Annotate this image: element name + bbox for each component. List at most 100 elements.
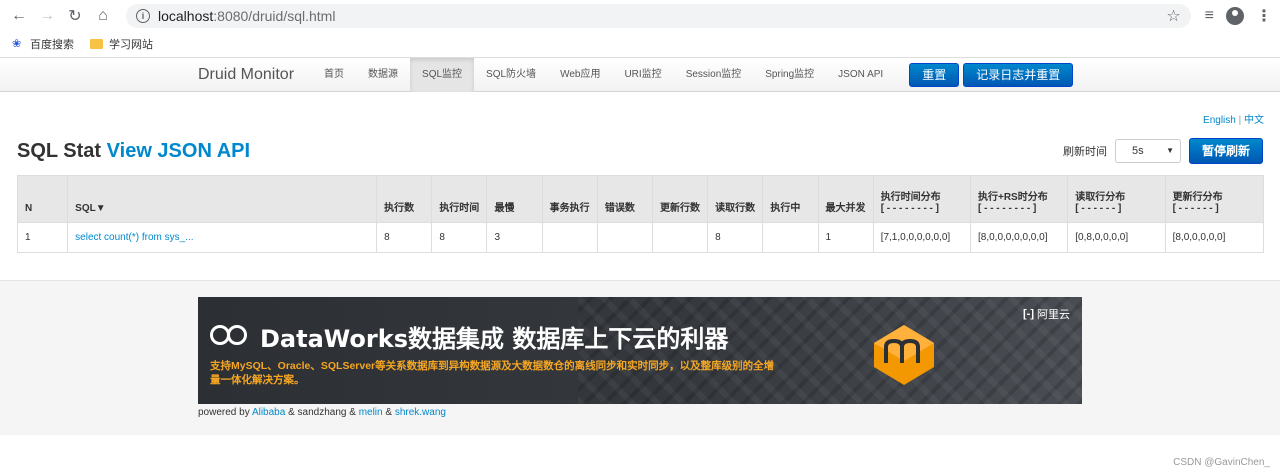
shrek-link[interactable]: shrek.wang [395, 407, 446, 418]
dist-dash: [ - - - - - - ] [1172, 203, 1219, 214]
nav-sql-monitor[interactable]: SQL监控 [410, 57, 475, 92]
cell-update-rows-dist: [8,0,0,0,0,0] [1164, 222, 1265, 253]
chevron-down-icon: ▼ [1166, 146, 1174, 155]
powered-prefix: powered by [198, 407, 252, 418]
bookmarks-bar: ❀ 百度搜索 学习网站 [0, 32, 1280, 56]
cell-read-rows-dist: [0,8,0,0,0,0] [1067, 222, 1166, 253]
footer: DataWorks数据集成 数据库上下云的利器 支持MySQL、Oracle、S… [0, 280, 1280, 435]
col-read-rows-dist[interactable]: 读取行分布 [ - - - - - - ] [1067, 175, 1166, 223]
col-sql[interactable]: SQL▼ [67, 175, 378, 223]
page-title: SQL Stat View JSON API [17, 140, 250, 163]
dist-label: 执行时间分布 [880, 192, 941, 203]
reset-button[interactable]: 重置 [909, 62, 960, 87]
bookmark-study[interactable]: 学习网站 [90, 36, 153, 52]
pause-refresh-button[interactable]: 暂停刷新 [1188, 138, 1263, 164]
lang-english-link[interactable]: English [1203, 115, 1236, 126]
watermark: CSDN @GavinChen_ [1173, 457, 1270, 468]
table-row: 1 select count(*) from sys_... 8 8 3 8 1… [16, 222, 1265, 253]
cell-n: 1 [16, 222, 69, 253]
title-row: SQL Stat View JSON API 刷新时间 5s ▼ 暂停刷新 [17, 137, 1263, 165]
powered-sep: & [382, 407, 395, 418]
col-exec-rs-dist[interactable]: 执行+RS时分布 [ - - - - - - - - ] [969, 175, 1069, 223]
aliyun-logo: [-] 阿里云 [1023, 306, 1070, 322]
banner-subtitle: 支持MySQL、Oracle、SQLServer等关系数据库到异构数据源及大数据… [210, 360, 775, 386]
bookmark-label: 百度搜索 [30, 39, 74, 51]
col-update-rows[interactable]: 更新行数 [651, 175, 709, 223]
nav-session-monitor[interactable]: Session监控 [674, 58, 754, 92]
sql-stat-table: N SQL▼ 执行数 执行时间 最慢 事务执行 错误数 更新行数 读取行数 执行… [16, 175, 1265, 253]
info-icon[interactable]: i [136, 9, 150, 23]
cell-exec-time: 8 [431, 222, 488, 253]
nav-datasource[interactable]: 数据源 [356, 58, 410, 92]
col-max-concurrent[interactable]: 最大并发 [817, 175, 874, 223]
cell-errors [596, 222, 654, 253]
bookmark-label: 学习网站 [109, 39, 153, 51]
media-control-icon[interactable]: ≡ [1205, 7, 1214, 25]
home-icon[interactable]: ⌂ [92, 5, 114, 27]
bookmark-baidu[interactable]: ❀ 百度搜索 [12, 36, 74, 52]
lang-chinese-link[interactable]: 中文 [1244, 115, 1264, 126]
dist-dash: [ - - - - - - ] [1075, 203, 1122, 214]
folder-icon [90, 39, 103, 49]
banner-title: DataWorks数据集成 数据库上下云的利器 [260, 325, 729, 353]
forward-icon[interactable]: → [36, 5, 58, 27]
cell-read-rows: 8 [707, 222, 764, 253]
table-header-row: N SQL▼ 执行数 执行时间 最慢 事务执行 错误数 更新行数 读取行数 执行… [16, 175, 1265, 223]
nav-json-api[interactable]: JSON API [826, 58, 895, 92]
cell-running [762, 222, 819, 253]
col-running[interactable]: 执行中 [762, 175, 819, 223]
url-host: localhost [158, 8, 214, 24]
col-slowest[interactable]: 最慢 [486, 175, 543, 223]
col-tx-exec[interactable]: 事务执行 [541, 175, 598, 223]
language-switch: English | 中文 [1203, 111, 1264, 126]
reload-icon[interactable]: ↻ [64, 5, 86, 27]
nav-uri-monitor[interactable]: URI监控 [612, 58, 673, 92]
browser-toolbar: ← → ↻ ⌂ i localhost:8080/druid/sql.html … [0, 0, 1280, 32]
aliyun-bracket-icon: [-] [1023, 308, 1034, 320]
browser-chrome: ← → ↻ ⌂ i localhost:8080/druid/sql.html … [0, 0, 1280, 58]
log-and-reset-button[interactable]: 记录日志并重置 [963, 62, 1074, 87]
dist-label: 执行+RS时分布 [977, 192, 1048, 203]
col-errors[interactable]: 错误数 [596, 175, 654, 223]
dataworks-ad-banner[interactable]: DataWorks数据集成 数据库上下云的利器 支持MySQL、Oracle、S… [198, 297, 1082, 404]
col-exec-time-dist[interactable]: 执行时间分布 [ - - - - - - - - ] [872, 175, 971, 223]
brand-logo[interactable]: Druid Monitor [198, 66, 294, 84]
col-exec-count[interactable]: 执行数 [376, 175, 433, 223]
col-exec-time[interactable]: 执行时间 [431, 175, 488, 223]
col-update-rows-dist[interactable]: 更新行分布 [ - - - - - - ] [1164, 175, 1265, 223]
cell-slowest: 3 [486, 222, 543, 253]
nav-home[interactable]: 首页 [312, 58, 356, 92]
profile-avatar-icon[interactable] [1226, 7, 1244, 25]
col-read-rows[interactable]: 读取行数 [707, 175, 764, 223]
dist-label: 读取行分布 [1075, 192, 1126, 203]
refresh-interval-select[interactable]: 5s ▼ [1114, 139, 1181, 163]
nav-spring-monitor[interactable]: Spring监控 [753, 58, 826, 92]
nav-sql-firewall[interactable]: SQL防火墙 [474, 58, 548, 92]
cell-exec-count: 8 [376, 222, 433, 253]
dataworks-logo-icon [210, 325, 247, 345]
alibaba-link[interactable]: Alibaba [252, 407, 285, 418]
bookmark-star-icon[interactable]: ☆ [1166, 6, 1180, 26]
refresh-controls: 刷新时间 5s ▼ 暂停刷新 [1063, 138, 1263, 164]
dist-dash: [ - - - - - - - - ] [977, 203, 1037, 214]
back-icon[interactable]: ← [8, 5, 30, 27]
melin-link[interactable]: melin [359, 407, 383, 418]
nav-web-app[interactable]: Web应用 [548, 58, 612, 92]
aliyun-label: 阿里云 [1037, 309, 1070, 321]
sql-link[interactable]: select count(*) from sys_... [75, 232, 193, 243]
url-path: :8080/druid/sql.html [213, 8, 336, 24]
lang-separator: | [1235, 115, 1244, 126]
refresh-label: 刷新时间 [1062, 146, 1107, 158]
col-n[interactable]: N [16, 175, 69, 223]
cell-exec-rs-dist: [8,0,0,0,0,0,0,0] [969, 222, 1069, 253]
page-title-text: SQL Stat [17, 139, 107, 162]
cell-sql: select count(*) from sys_... [67, 222, 378, 253]
view-json-api-link[interactable]: View JSON API [107, 140, 250, 162]
cell-max-concurrent: 1 [817, 222, 874, 253]
dataworks-3d-logo-icon [874, 325, 934, 385]
menu-kebab-icon[interactable]: ⋮ [1256, 6, 1272, 26]
refresh-interval-value: 5s [1131, 145, 1144, 157]
address-bar[interactable]: i localhost:8080/druid/sql.html ☆ [126, 4, 1191, 28]
druid-navbar: Druid Monitor 首页 数据源 SQL监控 SQL防火墙 Web应用 … [0, 57, 1280, 92]
baidu-paw-icon: ❀ [12, 38, 22, 50]
